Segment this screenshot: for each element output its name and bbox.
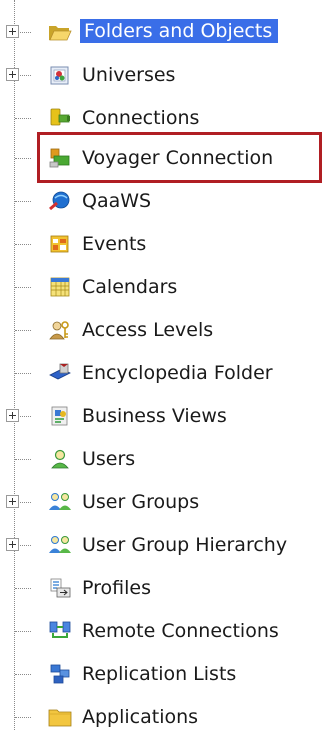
object-tree: Folders and Objects Universes Connection… bbox=[0, 0, 333, 748]
expand-toggle-icon[interactable] bbox=[6, 409, 19, 422]
folder-icon bbox=[48, 709, 72, 727]
tree-item-label: User Group Hierarchy bbox=[82, 534, 288, 556]
tree-item-label: Applications bbox=[82, 706, 199, 728]
events-icon bbox=[50, 235, 69, 253]
tree-item-access-levels[interactable]: Access Levels bbox=[0, 313, 333, 347]
tree-connector bbox=[15, 330, 31, 331]
tree-item-events[interactable]: Events bbox=[0, 227, 333, 261]
connection-icon bbox=[50, 108, 70, 126]
tree-item-label: Users bbox=[82, 448, 136, 470]
encyclopedia-icon bbox=[49, 363, 71, 380]
replication-lists-icon bbox=[50, 664, 70, 684]
tree-item-label: QaaWS bbox=[82, 190, 152, 212]
tree-item-label: User Groups bbox=[82, 491, 200, 513]
qaaws-icon bbox=[49, 191, 70, 211]
tree-item-label: Calendars bbox=[82, 276, 178, 298]
folder-open-icon bbox=[49, 26, 72, 41]
user-groups-icon bbox=[49, 493, 71, 510]
tree-item-label: Universes bbox=[82, 64, 176, 86]
tree-item-profiles[interactable]: Profiles bbox=[0, 571, 333, 605]
tree-item-remote-connections[interactable]: Remote Connections bbox=[0, 614, 333, 648]
expand-toggle-icon[interactable] bbox=[6, 538, 19, 551]
tree-connector bbox=[15, 118, 31, 119]
tree-item-label: Business Views bbox=[82, 405, 227, 427]
tree-item-folders-and-objects[interactable]: Folders and Objects bbox=[0, 15, 333, 49]
remote-connections-icon bbox=[49, 621, 71, 638]
tree-connector bbox=[15, 674, 31, 675]
profiles-icon bbox=[50, 578, 71, 598]
calendar-icon bbox=[50, 277, 70, 297]
tree-item-connections[interactable]: Connections bbox=[0, 101, 333, 135]
tree-item-user-groups[interactable]: User Groups bbox=[0, 485, 333, 519]
tree-connector bbox=[15, 287, 31, 288]
business-views-icon bbox=[51, 406, 68, 426]
tree-connector bbox=[15, 373, 31, 374]
tree-item-qaaws[interactable]: QaaWS bbox=[0, 184, 333, 218]
tree-item-label: Replication Lists bbox=[82, 663, 237, 685]
user-icon bbox=[51, 449, 69, 469]
tree-item-universes[interactable]: Universes bbox=[0, 58, 333, 92]
tree-item-label: Connections bbox=[82, 107, 200, 129]
tree-item-label: Folders and Objects bbox=[80, 19, 279, 43]
tree-item-label: Profiles bbox=[82, 577, 151, 599]
tree-item-applications[interactable]: Applications bbox=[0, 700, 333, 734]
tree-item-calendars[interactable]: Calendars bbox=[0, 270, 333, 304]
universe-icon bbox=[50, 66, 69, 85]
tree-item-label: Access Levels bbox=[82, 319, 214, 341]
tree-item-replication-lists[interactable]: Replication Lists bbox=[0, 657, 333, 691]
highlight-annotation-box bbox=[37, 132, 322, 183]
access-levels-icon bbox=[49, 321, 69, 340]
tree-connector bbox=[15, 588, 31, 589]
tree-item-encyclopedia-folder[interactable]: Encyclopedia Folder bbox=[0, 356, 333, 390]
expand-toggle-icon[interactable] bbox=[6, 68, 19, 81]
tree-connector bbox=[15, 717, 31, 718]
tree-connector bbox=[15, 201, 31, 202]
user-group-hierarchy-icon bbox=[49, 536, 71, 553]
tree-connector bbox=[15, 631, 31, 632]
tree-item-business-views[interactable]: Business Views bbox=[0, 399, 333, 433]
tree-connector bbox=[15, 459, 31, 460]
tree-item-label: Remote Connections bbox=[82, 620, 279, 642]
expand-toggle-icon[interactable] bbox=[6, 25, 19, 38]
tree-item-user-group-hierarchy[interactable]: User Group Hierarchy bbox=[0, 528, 333, 562]
tree-item-users[interactable]: Users bbox=[0, 442, 333, 476]
tree-connector bbox=[15, 244, 31, 245]
tree-connector bbox=[15, 158, 31, 159]
tree-item-label: Encyclopedia Folder bbox=[82, 362, 273, 384]
tree-item-label: Events bbox=[82, 233, 147, 255]
expand-toggle-icon[interactable] bbox=[6, 495, 19, 508]
